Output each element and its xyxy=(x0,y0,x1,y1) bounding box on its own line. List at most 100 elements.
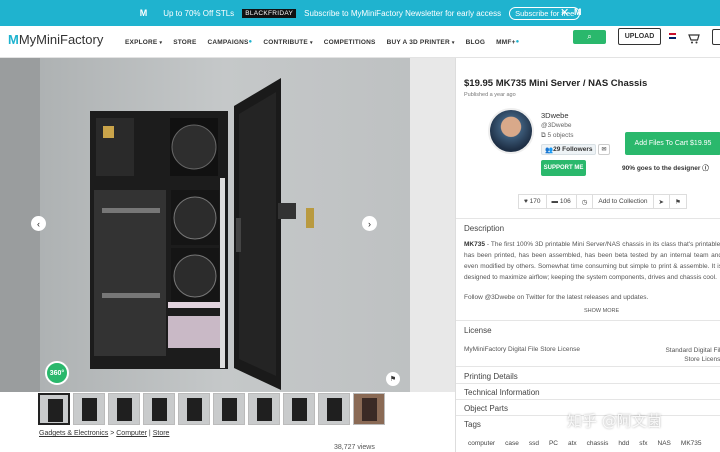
thumbnail-strip xyxy=(38,393,385,425)
view-count: 38,727 views xyxy=(334,444,375,451)
thumbnail[interactable] xyxy=(318,393,350,425)
comment-icon: ▬ xyxy=(551,198,560,205)
promo-tag: BLACKFRIDAY xyxy=(242,8,297,18)
object-parts-heading[interactable]: Object Parts xyxy=(464,404,508,413)
subscribe-button[interactable]: Subscribe for free xyxy=(509,6,581,20)
info-icon[interactable]: ⓘ xyxy=(702,165,709,172)
tags-heading: Tags xyxy=(464,420,481,429)
history-button[interactable]: ◷ xyxy=(576,194,594,209)
promo-offer[interactable]: Up to 70% Off STLs xyxy=(163,9,234,18)
license-type: Standard Digital File Store License xyxy=(665,347,720,363)
follow-note: Follow @3Dwebe on Twitter for the latest… xyxy=(464,294,649,301)
product-photo[interactable] xyxy=(40,58,410,392)
tag[interactable]: NAS xyxy=(658,440,671,447)
report-button[interactable]: ⚑ xyxy=(669,194,687,209)
menu-toggle-button[interactable] xyxy=(712,29,720,45)
close-icon[interactable]: ✕ xyxy=(560,6,569,19)
prev-arrow-icon[interactable]: ‹ xyxy=(31,216,46,231)
divider xyxy=(456,218,720,219)
license-name[interactable]: MyMiniFactory Digital File Store License xyxy=(464,346,580,353)
object-details-panel: $19.95 MK735 Mini Server / NAS Chassis P… xyxy=(455,58,720,452)
technical-info-heading[interactable]: Technical Information xyxy=(464,388,540,397)
nav-mmf-plus[interactable]: MMF+● xyxy=(496,39,519,46)
designer-share-note: 90% goes to the designer ⓘ xyxy=(622,165,709,172)
thumbnail[interactable] xyxy=(353,393,385,425)
designer-handle[interactable]: @3Dwebe xyxy=(541,122,571,129)
next-arrow-icon[interactable]: › xyxy=(362,216,377,231)
message-icon[interactable]: ✉ xyxy=(598,144,610,155)
breadcrumb: Gadgets & Electronics > Computer | Store xyxy=(39,430,170,437)
share-icon: ➤ xyxy=(658,198,664,206)
thumbnail[interactable] xyxy=(108,393,140,425)
divider xyxy=(456,383,720,384)
product-gallery: ‹ › 360° ⚑ xyxy=(0,58,455,392)
top-nav: MMyMiniFactory EXPLORE ▾ STORE CAMPAIGNS… xyxy=(0,26,720,58)
thumbnail[interactable] xyxy=(73,393,105,425)
divider xyxy=(456,399,720,400)
thumbnail[interactable] xyxy=(213,393,245,425)
nav-blog[interactable]: BLOG xyxy=(466,39,486,46)
flag-icon: ⚑ xyxy=(674,198,681,206)
comments-button[interactable]: ▬ 106 xyxy=(546,194,577,209)
designer-objects: ⧉ 5 objects xyxy=(541,132,574,139)
breadcrumb-category[interactable]: Gadgets & Electronics xyxy=(39,430,108,437)
nav-competitions[interactable]: COMPETITIONS xyxy=(324,39,376,46)
license-heading[interactable]: License xyxy=(464,326,492,335)
thumbnail[interactable] xyxy=(178,393,210,425)
promo-banner: M Up to 70% Off STLs BLACKFRIDAY Subscri… xyxy=(0,0,720,26)
support-button[interactable]: SUPPORT ME xyxy=(541,160,586,176)
gallery-right-bg xyxy=(410,58,455,392)
clock-icon: ◷ xyxy=(581,198,588,206)
nav-contribute[interactable]: CONTRIBUTE ▾ xyxy=(263,39,312,46)
description-text: MK735 - The first 100% 3D printable Mini… xyxy=(464,241,720,281)
tag-list: computer case ssd PC atx chassis hdd sfx… xyxy=(468,440,702,447)
tag[interactable]: atx xyxy=(568,440,577,447)
thumbnail[interactable] xyxy=(143,393,175,425)
tag[interactable]: case xyxy=(505,440,519,447)
main-menu: EXPLORE ▾ STORE CAMPAIGNS● CONTRIBUTE ▾ … xyxy=(125,26,519,58)
divider xyxy=(456,366,720,367)
user-plus-icon: 👥 xyxy=(545,146,554,154)
site-logo[interactable]: MMyMiniFactory xyxy=(8,32,103,47)
tag[interactable]: computer xyxy=(468,440,495,447)
follow-button[interactable]: 👥 29 Followers xyxy=(541,144,597,155)
nav-store[interactable]: STORE xyxy=(173,39,196,46)
tag[interactable]: MK735 xyxy=(681,440,702,447)
tag[interactable]: ssd xyxy=(529,440,539,447)
search-icon: ⌕ xyxy=(587,32,592,41)
show-more-link[interactable]: SHOW MORE xyxy=(584,308,619,314)
tag[interactable]: sfx xyxy=(639,440,647,447)
nav-campaigns[interactable]: CAMPAIGNS● xyxy=(207,39,252,46)
promo-brand-icon: M xyxy=(139,8,148,18)
promo-brand-icon-right: M xyxy=(574,7,582,17)
thumbnail[interactable] xyxy=(38,393,70,425)
language-flag-icon[interactable] xyxy=(669,33,676,39)
like-button[interactable]: ♥ 170 xyxy=(518,194,547,209)
printing-details-heading[interactable]: Printing Details xyxy=(464,372,518,381)
thumbnail[interactable] xyxy=(248,393,280,425)
description-heading[interactable]: Description xyxy=(464,224,504,233)
report-flag-icon[interactable]: ⚑ xyxy=(386,372,400,386)
view-360-badge[interactable]: 360° xyxy=(45,361,69,385)
thumbnail[interactable] xyxy=(283,393,315,425)
designer-name[interactable]: 3Dwebe xyxy=(541,111,569,120)
object-title: $19.95 MK735 Mini Server / NAS Chassis xyxy=(464,78,648,89)
designer-avatar[interactable] xyxy=(488,108,534,154)
tag[interactable]: chassis xyxy=(587,440,609,447)
add-to-cart-button[interactable]: Add Files To Cart $19.95 xyxy=(625,132,720,155)
add-to-collection-button[interactable]: Add to Collection xyxy=(593,194,654,209)
breadcrumb-store[interactable]: Store xyxy=(153,430,170,437)
nav-explore[interactable]: EXPLORE ▾ xyxy=(125,39,162,46)
upload-button[interactable]: UPLOAD xyxy=(618,28,661,45)
action-bar: ♥ 170 ▬ 106 ◷ Add to Collection ➤ ⚑ xyxy=(518,194,687,209)
chassis-illustration xyxy=(90,78,314,390)
tag[interactable]: hdd xyxy=(618,440,629,447)
cart-icon[interactable] xyxy=(688,31,701,49)
nav-buy-printer[interactable]: BUY A 3D PRINTER ▾ xyxy=(387,39,455,46)
share-button[interactable]: ➤ xyxy=(653,194,670,209)
search-button[interactable]: ⌕ xyxy=(573,30,606,44)
tag[interactable]: PC xyxy=(549,440,558,447)
promo-text: Subscribe to MyMiniFactory Newsletter fo… xyxy=(304,8,502,18)
published-date: Published a year ago xyxy=(464,92,516,98)
breadcrumb-subcategory[interactable]: Computer xyxy=(116,430,147,437)
